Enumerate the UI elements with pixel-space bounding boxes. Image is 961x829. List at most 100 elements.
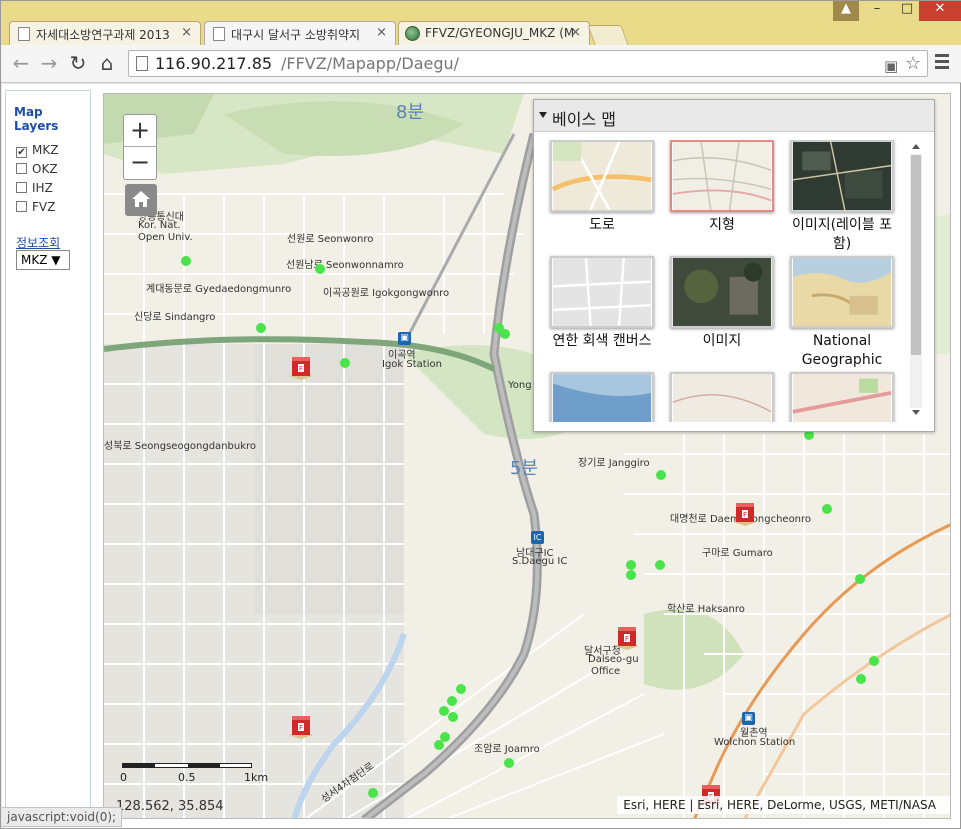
- checkbox-mkz[interactable]: ✔: [16, 147, 27, 158]
- road-label: 구마로 Gumaro: [702, 548, 773, 559]
- basemap-label: 도로: [589, 217, 615, 233]
- mkz-point-marker[interactable]: [626, 570, 636, 580]
- basemap-item-imagery[interactable]: 이미지: [667, 256, 777, 351]
- address-bar[interactable]: 116.90.217.85 /FFVZ/Mapapp/Daegu/ ▣ ☆: [128, 50, 928, 77]
- basemap-item-streets[interactable]: 도로: [547, 140, 657, 235]
- browser-window: 자세대소방연구과제 2013 × 대구시 달서구 소방취약지 × FFVZ/GY…: [0, 0, 961, 829]
- mkz-point-marker[interactable]: [504, 758, 514, 768]
- mkz-point-marker[interactable]: [655, 560, 665, 570]
- basemap-item-terrain[interactable]: [667, 372, 777, 422]
- close-icon[interactable]: ×: [181, 25, 192, 40]
- mkz-point-marker[interactable]: [368, 788, 378, 798]
- close-icon[interactable]: ×: [570, 25, 581, 40]
- translate-icon[interactable]: ▣: [884, 57, 898, 75]
- back-button[interactable]: ←: [9, 51, 33, 75]
- layers-panel: Map Layers ✔ MKZ OKZ IHZ FVZ 정보조회 MKZ ▼: [5, 90, 91, 818]
- minimize-button[interactable]: –: [863, 1, 891, 21]
- mkz-point-marker[interactable]: [456, 684, 466, 694]
- mkz-point-marker[interactable]: [434, 740, 444, 750]
- user-icon[interactable]: ▲: [833, 1, 859, 21]
- zoom-in-button[interactable]: +: [124, 115, 156, 147]
- basemap-gallery-header[interactable]: 베이스 맵: [534, 100, 934, 132]
- fire-station-icon[interactable]: F: [612, 622, 642, 652]
- mkz-point-marker[interactable]: [856, 674, 866, 684]
- mkz-point-marker[interactable]: [256, 323, 266, 333]
- scroll-down-arrow-icon[interactable]: [912, 410, 920, 415]
- tab-daegu[interactable]: 대구시 달서구 소방취약지 ×: [204, 21, 396, 45]
- tab-strip: 자세대소방연구과제 2013 × 대구시 달서구 소방취약지 × FFVZ/GY…: [1, 1, 961, 45]
- svg-text:F: F: [299, 724, 303, 732]
- road-label: 학산로 Haksanro: [667, 604, 745, 615]
- mkz-point-marker[interactable]: [626, 560, 636, 570]
- checkbox-fvz[interactable]: [16, 201, 27, 212]
- map-view[interactable]: 8분 5분 선원로 Seonwonro 선원남로 Seonwonnamro 이곡…: [103, 93, 951, 819]
- basemap-item-natgeo[interactable]: National Geographic: [787, 256, 897, 370]
- reload-button[interactable]: ↻: [66, 51, 90, 75]
- fire-station-icon[interactable]: F: [286, 711, 316, 741]
- isochrone-label-8: 8분: [396, 102, 425, 123]
- scale-label: 0.5: [178, 771, 196, 784]
- layer-row-okz[interactable]: OKZ: [16, 162, 58, 176]
- browser-toolbar: ← → ↻ ⌂ 116.90.217.85 /FFVZ/Mapapp/Daegu…: [1, 45, 961, 83]
- new-tab-button[interactable]: [587, 25, 629, 45]
- basemap-item-topo[interactable]: 지형: [667, 140, 777, 235]
- home-extent-button[interactable]: [125, 184, 157, 216]
- layer-row-mkz[interactable]: ✔ MKZ: [16, 143, 58, 158]
- mkz-point-marker[interactable]: [340, 358, 350, 368]
- road-label: 선원남로 Seonwonnamro: [286, 260, 404, 271]
- fire-station-icon[interactable]: F: [286, 352, 316, 382]
- maximize-button[interactable]: □: [893, 1, 921, 21]
- mkz-point-marker[interactable]: [855, 574, 865, 584]
- basemap-label: 이미지(레이블 포함): [791, 217, 893, 252]
- station-label: Wolchon Station: [714, 737, 796, 748]
- tab-label: 자세대소방연구과제 2013: [36, 28, 170, 42]
- mkz-point-marker[interactable]: [869, 656, 879, 666]
- tab-label: 대구시 달서구 소방취약지: [231, 28, 361, 42]
- basemap-thumbnail: [550, 372, 654, 422]
- tab-label: FFVZ/GYEONGJU_MKZ (M: [425, 26, 575, 40]
- basemap-thumbnail: [670, 140, 774, 212]
- forward-button[interactable]: →: [37, 51, 61, 75]
- close-icon[interactable]: ×: [376, 25, 387, 40]
- mkz-point-marker[interactable]: [656, 470, 666, 480]
- fire-station-icon[interactable]: F: [730, 498, 760, 528]
- checkbox-ihz[interactable]: [16, 182, 27, 193]
- scroll-thumb[interactable]: [911, 155, 921, 355]
- mkz-point-marker[interactable]: [822, 504, 832, 514]
- mkz-point-marker[interactable]: [500, 329, 510, 339]
- checkbox-okz[interactable]: [16, 163, 27, 174]
- basemap-label: National Geographic: [801, 333, 883, 368]
- basemap-item-ocean[interactable]: [547, 372, 657, 422]
- layer-row-fvz[interactable]: FVZ: [16, 200, 55, 214]
- ic-label: S.Daegu IC: [512, 556, 568, 567]
- scale-label: 1km: [244, 771, 269, 784]
- zoom-out-button[interactable]: −: [124, 147, 156, 179]
- subway-station-icon: ▣: [742, 712, 755, 725]
- road-label: 장기로 Janggiro: [578, 458, 650, 469]
- basemap-thumbnail: [790, 372, 894, 422]
- road-label: 계대동문로 Gyedaedongmunro: [146, 284, 292, 295]
- place-label: Open Univ.: [138, 232, 193, 243]
- layer-label: MKZ: [32, 143, 59, 157]
- mkz-point-marker[interactable]: [448, 712, 458, 722]
- mkz-point-marker[interactable]: [447, 696, 457, 706]
- tab-gyeongju[interactable]: FFVZ/GYEONGJU_MKZ (M ×: [398, 21, 590, 45]
- layer-row-ihz[interactable]: IHZ: [16, 181, 53, 195]
- close-window-button[interactable]: ✕: [919, 1, 961, 21]
- menu-icon[interactable]: [935, 54, 949, 72]
- basemap-item-light-gray[interactable]: 연한 회색 캔버스: [547, 256, 657, 351]
- gallery-scrollbar[interactable]: [910, 142, 922, 418]
- layer-select[interactable]: MKZ ▼: [16, 250, 70, 270]
- collapse-arrow-icon[interactable]: [539, 112, 547, 118]
- basemap-item-hybrid[interactable]: 이미지(레이블 포함): [787, 140, 897, 254]
- mkz-point-marker[interactable]: [315, 264, 325, 274]
- basemap-item-osm[interactable]: [787, 372, 897, 422]
- mkz-point-marker[interactable]: [181, 256, 191, 266]
- svg-text:F: F: [299, 365, 303, 373]
- scroll-up-arrow-icon[interactable]: [912, 144, 920, 149]
- page-icon: [136, 56, 148, 71]
- basemap-thumbnail: [550, 140, 654, 212]
- tab-research[interactable]: 자세대소방연구과제 2013 ×: [9, 21, 201, 45]
- home-button[interactable]: ⌂: [95, 51, 119, 75]
- star-icon[interactable]: ☆: [905, 53, 921, 74]
